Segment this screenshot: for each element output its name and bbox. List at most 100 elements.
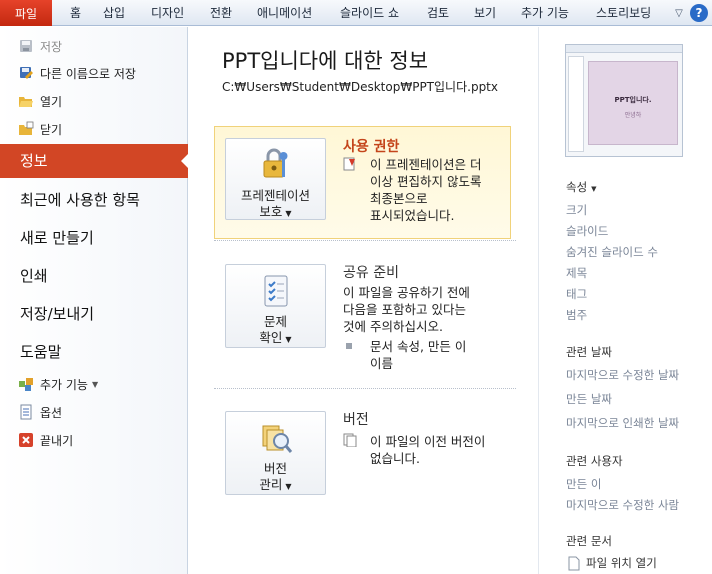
prepare-bullet-line: 문서 속성, 만든 이	[370, 339, 467, 354]
bullet-icon	[346, 343, 352, 349]
prepare-text: 이 파일을 공유하기 전에 다음을 포함하고 있다는 것에 주의하십시오.	[343, 284, 470, 335]
thumb-sidebar	[568, 56, 584, 152]
tab-addins[interactable]: 추가 기능	[521, 0, 569, 26]
addins-icon	[18, 376, 34, 392]
page-title: PPT입니다에 대한 정보	[222, 49, 429, 73]
related-people-header: 관련 사용자	[566, 454, 623, 468]
tab-transitions[interactable]: 전환	[210, 0, 232, 26]
prop-tags: 태그	[566, 287, 588, 301]
prop-category: 범주	[566, 308, 588, 322]
related-docs-header: 관련 문서	[566, 534, 612, 548]
chevron-down-icon: ▼	[285, 209, 292, 218]
slide-thumbnail[interactable]: PPT입니다. 안녕하	[565, 44, 683, 157]
permissions-text: 이 프레젠테이션은 더 이상 편집하지 않도록 최종본으로 표시되었습니다.	[370, 156, 481, 224]
tab-insert[interactable]: 삽입	[103, 0, 125, 26]
help-icon[interactable]: ?	[690, 4, 708, 22]
nav-options-label: 옵션	[40, 405, 63, 420]
tab-slideshow[interactable]: 슬라이드 쇼	[340, 0, 399, 26]
prepare-text-line: 것에 주의하십시오.	[343, 319, 443, 334]
file-path: C:₩Users₩Student₩Desktop₩PPT입니다.pptx	[222, 80, 498, 94]
tab-file[interactable]: 파일	[0, 0, 52, 26]
prop-hidden-slides: 숨겨진 슬라이드 수	[566, 245, 658, 259]
nav-close[interactable]: 닫기	[18, 118, 62, 140]
nav-addins-label: 추가 기능	[40, 377, 88, 392]
chevron-down-icon: ▼	[285, 335, 292, 344]
nav-help[interactable]: 도움말	[0, 335, 188, 369]
nav-save[interactable]: 저장	[18, 35, 62, 57]
open-file-location-label: 파일 위치 열기	[586, 556, 657, 570]
permissions-text-line: 표시되었습니다.	[370, 208, 455, 223]
permissions-text-line: 이 프레젠테이션은 더	[370, 157, 482, 172]
nav-save-send[interactable]: 저장/보내기	[0, 297, 188, 331]
nav-close-label: 닫기	[40, 122, 63, 137]
version-doc-icon	[343, 433, 357, 448]
tab-review[interactable]: 검토	[427, 0, 449, 26]
manage-versions-button[interactable]: 버전 관리 ▼	[225, 411, 326, 495]
chevron-down-icon: ▼	[591, 185, 597, 193]
nav-info[interactable]: 정보	[0, 144, 189, 178]
nav-exit-label: 끝내기	[40, 433, 74, 448]
chevron-down-icon: ▼	[91, 379, 99, 389]
permissions-text-line: 이상 편집하지 않도록	[370, 174, 482, 189]
date-created: 만든 날짜	[566, 392, 612, 406]
thumb-subtitle: 안녕하	[624, 112, 642, 119]
prop-slides: 슬라이드	[566, 224, 609, 238]
exit-icon	[18, 432, 34, 448]
people-last-modified-by: 마지막으로 수정한 사람	[566, 498, 680, 512]
tab-design[interactable]: 디자인	[151, 0, 184, 26]
nav-recent[interactable]: 최근에 사용한 항목	[0, 183, 188, 217]
date-printed: 마지막으로 인쇄한 날짜	[566, 416, 680, 430]
checklist-icon	[258, 273, 294, 309]
tab-storyboarding[interactable]: 스토리보딩	[596, 0, 651, 26]
floppy-disk-icon	[18, 38, 34, 54]
people-author: 만든 이	[566, 477, 602, 491]
thumb-toolbar	[566, 45, 682, 53]
prepare-text-line: 이 파일을 공유하기 전에	[343, 285, 470, 300]
check-issues-button[interactable]: 문제 확인 ▼	[225, 264, 326, 348]
prepare-text-line: 다음을 포함하고 있다는	[343, 302, 466, 317]
tab-home[interactable]: 홈	[70, 0, 81, 26]
versions-text-line: 없습니다.	[370, 451, 420, 466]
versions-text-line: 이 파일의 이전 버전이	[370, 434, 486, 449]
check-sublabel-text: 확인	[259, 330, 283, 345]
permissions-title: 사용 권한	[343, 139, 400, 155]
protect-sublabel-text: 보호	[259, 204, 283, 219]
check-issues-sublabel: 확인 ▼	[226, 327, 325, 346]
tab-animations[interactable]: 애니메이션	[257, 0, 312, 26]
nav-open[interactable]: 열기	[18, 90, 62, 112]
versions-title: 버전	[343, 412, 369, 428]
nav-print[interactable]: 인쇄	[0, 259, 188, 293]
prepare-bullet-line: 이름	[370, 356, 394, 371]
ribbon-minimize-icon[interactable]: ▽	[668, 8, 690, 19]
versions-button-sublabel: 관리 ▼	[226, 474, 325, 493]
ribbon-tab-bar: 파일 홈 삽입 디자인 전환 애니메이션 슬라이드 쇼 검토 보기 추가 기능 …	[0, 0, 712, 26]
ribbon-right-controls: ▽ ?	[668, 0, 712, 26]
options-icon	[18, 404, 34, 420]
protect-button-sublabel: 보호 ▼	[226, 201, 325, 220]
close-folder-icon	[18, 121, 34, 137]
prop-title: 제목	[566, 266, 588, 280]
related-dates-header: 관련 날짜	[566, 345, 612, 359]
nav-addins[interactable]: 추가 기능 ▼	[18, 373, 98, 395]
nav-new[interactable]: 새로 만들기	[0, 221, 188, 255]
nav-save-as-label: 다른 이름으로 저장	[40, 66, 136, 81]
thumb-slide: PPT입니다. 안녕하	[588, 61, 678, 145]
open-file-location-link[interactable]: 파일 위치 열기	[568, 555, 657, 571]
chevron-down-icon: ▼	[285, 482, 292, 491]
backstage-nav: 저장 다른 이름으로 저장 열기 닫기 정보 최근에 사용한 항목 새로 만들기…	[0, 27, 189, 574]
nav-options[interactable]: 옵션	[18, 401, 62, 423]
prop-size: 크기	[566, 203, 588, 217]
nav-save-as[interactable]: 다른 이름으로 저장	[18, 62, 136, 84]
versions-icon	[258, 420, 294, 456]
open-folder-icon	[18, 93, 34, 109]
tab-view[interactable]: 보기	[474, 0, 496, 26]
save-as-icon	[18, 65, 34, 81]
lock-key-icon	[258, 147, 294, 183]
nav-exit[interactable]: 끝내기	[18, 429, 73, 451]
protect-presentation-button[interactable]: 프레젠테이션 보호 ▼	[225, 138, 326, 220]
date-modified: 마지막으로 수정한 날짜	[566, 368, 680, 382]
final-marked-icon	[343, 157, 357, 171]
divider	[214, 388, 516, 389]
properties-header[interactable]: 속성 ▼	[566, 179, 597, 195]
prepare-title: 공유 준비	[343, 265, 399, 281]
